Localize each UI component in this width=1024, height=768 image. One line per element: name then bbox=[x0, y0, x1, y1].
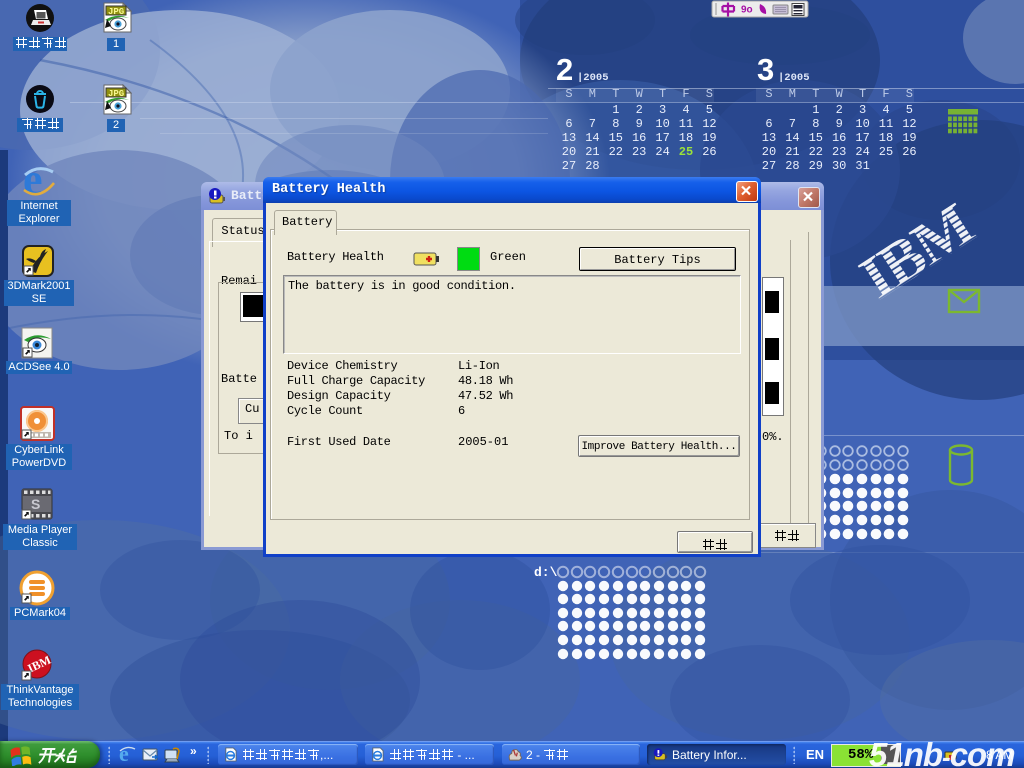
svg-text:11: 11 bbox=[879, 117, 893, 131]
svg-text:16: 16 bbox=[832, 131, 846, 145]
svg-text:19: 19 bbox=[702, 131, 716, 145]
svg-text:5: 5 bbox=[906, 103, 913, 117]
svg-text:4: 4 bbox=[682, 103, 689, 117]
svg-text:9: 9 bbox=[636, 117, 643, 131]
svg-text:18: 18 bbox=[879, 131, 893, 145]
svg-text:16: 16 bbox=[632, 131, 646, 145]
svg-text:22: 22 bbox=[809, 145, 823, 159]
svg-text:9o: 9o bbox=[741, 5, 753, 16]
svg-text:10: 10 bbox=[855, 117, 869, 131]
svg-text:2: 2 bbox=[836, 103, 843, 117]
svg-text:5: 5 bbox=[706, 103, 713, 117]
svg-text:27: 27 bbox=[762, 159, 776, 173]
svg-text:15: 15 bbox=[809, 131, 823, 145]
svg-text:S: S bbox=[31, 496, 40, 512]
svg-text:|2005: |2005 bbox=[778, 72, 810, 84]
svg-text:12: 12 bbox=[702, 117, 716, 131]
svg-text:3: 3 bbox=[859, 103, 866, 117]
svg-text:d:\: d:\ bbox=[534, 565, 558, 580]
svg-text:13: 13 bbox=[562, 131, 576, 145]
svg-text:23: 23 bbox=[832, 145, 846, 159]
svg-text:2: 2 bbox=[636, 103, 643, 117]
svg-text:13: 13 bbox=[762, 131, 776, 145]
svg-text:12: 12 bbox=[902, 117, 916, 131]
svg-text:22: 22 bbox=[609, 145, 623, 159]
svg-text:28: 28 bbox=[585, 159, 599, 173]
svg-text:1: 1 bbox=[812, 103, 819, 117]
svg-text:14: 14 bbox=[785, 131, 799, 145]
svg-text:20: 20 bbox=[562, 145, 576, 159]
svg-text:9: 9 bbox=[836, 117, 843, 131]
svg-text:30: 30 bbox=[832, 159, 846, 173]
svg-text:4: 4 bbox=[882, 103, 889, 117]
svg-text:26: 26 bbox=[902, 145, 916, 159]
svg-text:15: 15 bbox=[609, 131, 623, 145]
svg-text:31: 31 bbox=[855, 159, 869, 173]
svg-text:25: 25 bbox=[879, 145, 893, 159]
svg-text:24: 24 bbox=[855, 145, 869, 159]
svg-text:|2005: |2005 bbox=[577, 72, 609, 84]
svg-text:28: 28 bbox=[785, 159, 799, 173]
svg-text:24: 24 bbox=[655, 145, 669, 159]
svg-text:23: 23 bbox=[632, 145, 646, 159]
svg-text:19: 19 bbox=[902, 131, 916, 145]
svg-text:8: 8 bbox=[612, 117, 619, 131]
svg-text:JPG: JPG bbox=[108, 7, 124, 17]
svg-text:7: 7 bbox=[789, 117, 796, 131]
svg-text:8: 8 bbox=[812, 117, 819, 131]
svg-text:27: 27 bbox=[562, 159, 576, 173]
svg-text:17: 17 bbox=[855, 131, 869, 145]
svg-text:7: 7 bbox=[589, 117, 596, 131]
svg-text:26: 26 bbox=[702, 145, 716, 159]
svg-text:25: 25 bbox=[679, 145, 693, 159]
svg-text:3: 3 bbox=[659, 103, 666, 117]
svg-text:JPG: JPG bbox=[108, 89, 124, 99]
svg-text:21: 21 bbox=[785, 145, 799, 159]
svg-text:29: 29 bbox=[809, 159, 823, 173]
svg-text:17: 17 bbox=[655, 131, 669, 145]
svg-text:10: 10 bbox=[655, 117, 669, 131]
svg-text:6: 6 bbox=[565, 117, 572, 131]
svg-text:2: 2 bbox=[556, 52, 573, 87]
svg-text:3: 3 bbox=[757, 52, 774, 87]
svg-text:20: 20 bbox=[762, 145, 776, 159]
svg-text:21: 21 bbox=[585, 145, 599, 159]
svg-text:1: 1 bbox=[612, 103, 619, 117]
svg-text:11: 11 bbox=[679, 117, 693, 131]
svg-text:6: 6 bbox=[765, 117, 772, 131]
svg-text:14: 14 bbox=[585, 131, 599, 145]
svg-text:18: 18 bbox=[679, 131, 693, 145]
